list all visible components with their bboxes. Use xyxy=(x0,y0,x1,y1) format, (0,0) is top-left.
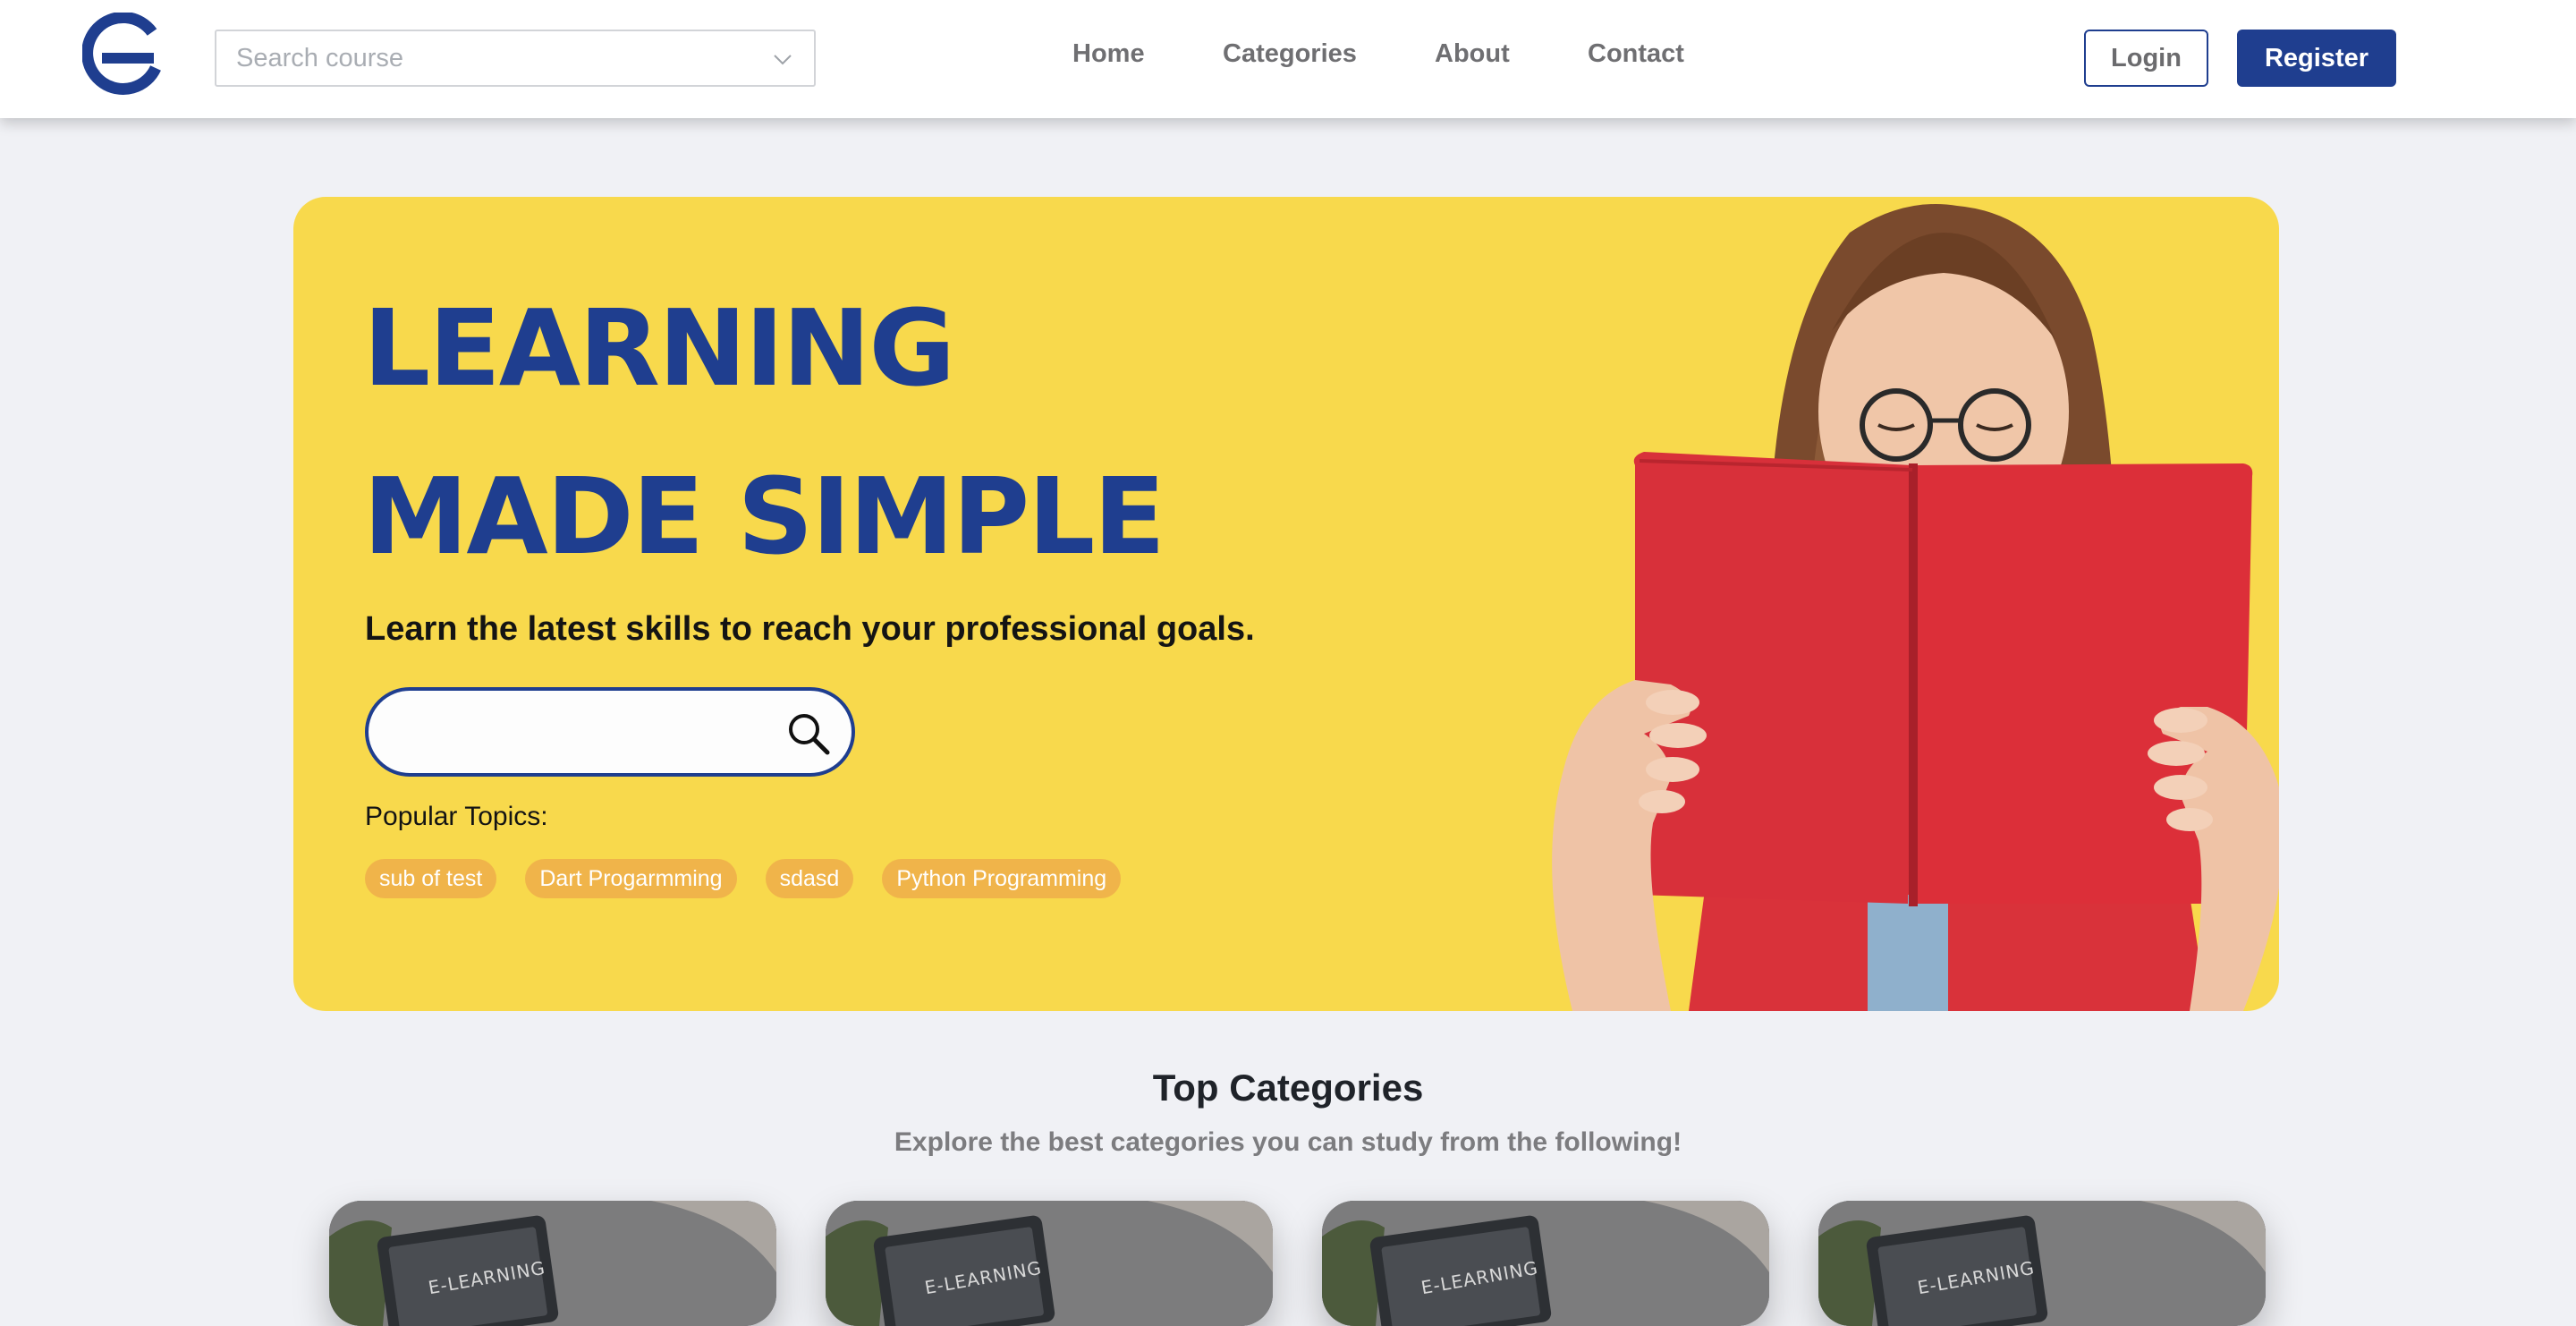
course-search-select[interactable]: Search course xyxy=(215,30,816,87)
logo-icon[interactable] xyxy=(82,13,165,104)
nav-about[interactable]: About xyxy=(1435,39,1510,69)
top-categories-title: Top Categories xyxy=(1152,1067,1424,1109)
login-button[interactable]: Login xyxy=(2084,30,2208,87)
register-button[interactable]: Register xyxy=(2237,30,2396,87)
chevron-down-icon xyxy=(774,55,792,65)
category-card-image xyxy=(1322,1201,1769,1326)
top-categories-subtitle: Explore the best categories you can stud… xyxy=(894,1127,1682,1157)
category-card[interactable]: E-LEARNING xyxy=(1322,1201,1769,1326)
category-card-image xyxy=(826,1201,1273,1326)
nav-home[interactable]: Home xyxy=(1072,39,1145,69)
category-card[interactable]: E-LEARNING xyxy=(826,1201,1273,1326)
hero-title-line1: LEARNING xyxy=(363,286,955,410)
search-icon[interactable] xyxy=(785,710,832,757)
hero-title-line2: MADE SIMPLE xyxy=(363,455,1165,578)
category-card[interactable]: E-LEARNING xyxy=(329,1201,776,1326)
popular-topics-list: sub of test Dart Progarmming sdasd Pytho… xyxy=(365,859,1122,898)
hero-image xyxy=(1552,204,2279,1011)
top-navbar: Search course Home Categories About Cont… xyxy=(0,0,2576,118)
hero-search-input[interactable] xyxy=(365,687,855,777)
search-placeholder: Search course xyxy=(236,43,403,72)
topic-chip[interactable]: Dart Progarmming xyxy=(525,859,737,898)
topic-chip[interactable]: sdasd xyxy=(765,859,854,898)
hero-banner: LEARNING MADE SIMPLE Learn the latest sk… xyxy=(293,197,2279,1011)
popular-topics-label: Popular Topics: xyxy=(365,802,548,831)
nav-contact[interactable]: Contact xyxy=(1588,39,1684,69)
category-card[interactable]: E-LEARNING xyxy=(1818,1201,2266,1326)
topic-chip[interactable]: sub of test xyxy=(365,859,497,898)
category-card-image xyxy=(329,1201,776,1326)
nav-categories[interactable]: Categories xyxy=(1223,39,1357,69)
category-card-image xyxy=(1818,1201,2266,1326)
category-cards: E-LEARNING E-LEARNING E-LEARNING E-LEARN… xyxy=(0,1201,2576,1326)
hero-subtitle: Learn the latest skills to reach your pr… xyxy=(365,610,1255,648)
topic-chip[interactable]: Python Programming xyxy=(882,859,1122,898)
